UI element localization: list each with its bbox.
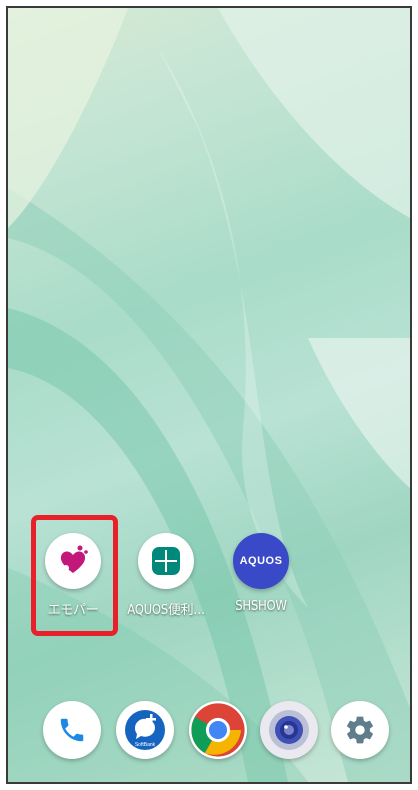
settings-icon	[347, 716, 373, 744]
highlight-box	[31, 515, 118, 636]
dock-phone[interactable]	[43, 701, 101, 759]
softbank-caption: SoftBank	[135, 742, 156, 748]
phone-screen: エモパー AQUOS便利… AQUOS SHSHOW SoftBank	[6, 6, 412, 784]
app-label-aquos-benri: AQUOS便利…	[127, 603, 205, 618]
app-aquos-benri[interactable]: AQUOS便利…	[121, 533, 211, 618]
dock-settings[interactable]	[331, 701, 389, 759]
grid-icon	[138, 533, 194, 589]
app-shshow[interactable]: AQUOS SHSHOW	[216, 533, 306, 614]
softbank-message-icon: SoftBank	[125, 710, 165, 750]
aquos-icon: AQUOS	[233, 533, 289, 589]
dock-chrome[interactable]	[189, 701, 247, 759]
chrome-icon	[191, 703, 245, 757]
camera-icon	[269, 710, 309, 750]
wallpaper	[8, 8, 410, 782]
phone-icon	[60, 718, 84, 742]
dock-softbank-message[interactable]: SoftBank	[116, 701, 174, 759]
app-label-shshow: SHSHOW	[235, 599, 287, 614]
dock-camera[interactable]	[260, 701, 318, 759]
